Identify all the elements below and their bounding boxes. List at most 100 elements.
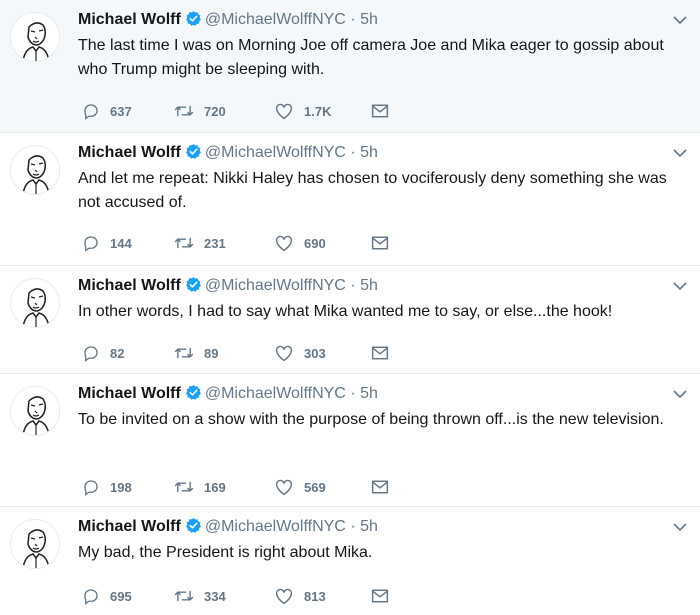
verified-badge-icon [185, 10, 202, 32]
tweet-header: Michael Wolff @MichaelWolffNYC · 5h [78, 10, 378, 32]
retweet-button[interactable]: 334 [174, 586, 226, 606]
reply-icon [84, 480, 98, 496]
verified-badge-icon [185, 143, 202, 165]
author-handle[interactable]: @MichaelWolffNYC [205, 277, 346, 294]
like-button[interactable]: 303 [274, 343, 326, 363]
separator: · [350, 277, 356, 294]
avatar[interactable] [10, 12, 60, 62]
retweet-icon [174, 105, 194, 117]
author-handle[interactable]: @MichaelWolffNYC [205, 11, 346, 28]
author-name[interactable]: Michael Wolff [78, 11, 181, 28]
author-name[interactable]: Michael Wolff [78, 518, 181, 535]
sketch-portrait-icon [22, 529, 50, 568]
heart-icon [275, 103, 293, 120]
retweet-button[interactable]: 89 [174, 343, 218, 363]
tweet-header: Michael Wolff @MichaelWolffNYC · 5h [78, 143, 378, 165]
envelope-icon [371, 346, 389, 360]
retweet-button[interactable]: 720 [174, 101, 226, 121]
timestamp[interactable]: 5h [360, 277, 378, 294]
chevron-down-icon[interactable] [672, 12, 688, 28]
separator: · [350, 144, 356, 161]
dm-button[interactable] [370, 477, 400, 497]
author-name[interactable]: Michael Wolff [78, 385, 181, 402]
retweet-button[interactable]: 231 [174, 233, 226, 253]
like-button[interactable]: 1.7K [274, 101, 331, 121]
avatar[interactable] [10, 145, 60, 195]
reply-icon [84, 589, 98, 605]
reply-button[interactable]: 82 [82, 343, 124, 363]
retweet-icon [174, 237, 194, 249]
timestamp[interactable]: 5h [360, 144, 378, 161]
reply-count: 198 [110, 479, 132, 495]
tweet-text: My bad, the President is right about Mik… [78, 544, 373, 561]
envelope-icon [371, 104, 389, 118]
reply-count: 82 [110, 345, 125, 361]
like-button[interactable]: 813 [274, 586, 326, 606]
retweet-button[interactable]: 169 [174, 477, 226, 497]
dm-button[interactable] [370, 233, 400, 253]
retweet-icon [174, 590, 194, 602]
separator: · [350, 518, 356, 535]
tweet-text: To be invited on a show with the purpose… [78, 411, 664, 428]
envelope-icon [371, 236, 389, 250]
separator: · [350, 11, 356, 28]
author-name[interactable]: Michael Wolff [78, 144, 181, 161]
chevron-down-icon[interactable] [672, 278, 688, 294]
timestamp[interactable]: 5h [360, 11, 378, 28]
sketch-portrait-icon [22, 155, 50, 194]
tweet[interactable]: Michael Wolff @MichaelWolffNYC · 5h And l… [0, 133, 700, 266]
dm-button[interactable] [370, 586, 400, 606]
tweet-header: Michael Wolff @MichaelWolffNYC · 5h [78, 517, 378, 539]
like-count: 813 [304, 588, 326, 604]
timestamp[interactable]: 5h [360, 518, 378, 535]
verified-badge-icon [185, 384, 202, 406]
author-handle[interactable]: @MichaelWolffNYC [205, 518, 346, 535]
author-handle[interactable]: @MichaelWolffNYC [205, 385, 346, 402]
dm-button[interactable] [370, 343, 400, 363]
reply-icon [84, 346, 98, 362]
sketch-portrait-icon [22, 288, 50, 327]
avatar[interactable] [10, 278, 60, 328]
author-handle[interactable]: @MichaelWolffNYC [205, 144, 346, 161]
retweet-count: 169 [204, 479, 226, 495]
reply-count: 144 [110, 235, 132, 251]
author-name[interactable]: Michael Wolff [78, 277, 181, 294]
separator: · [350, 385, 356, 402]
avatar[interactable] [10, 386, 60, 436]
verified-badge-icon [185, 517, 202, 539]
like-count: 569 [304, 479, 326, 495]
envelope-icon [371, 480, 389, 494]
avatar[interactable] [10, 519, 60, 569]
tweet[interactable]: Michael Wolff @MichaelWolffNYC · 5h The l… [0, 0, 700, 133]
envelope-icon [371, 589, 389, 603]
tweet-header: Michael Wolff @MichaelWolffNYC · 5h [78, 276, 378, 298]
chevron-down-icon[interactable] [672, 519, 688, 535]
verified-badge-icon [185, 276, 202, 298]
chevron-down-icon[interactable] [672, 386, 688, 402]
retweet-icon [174, 481, 194, 493]
reply-button[interactable]: 198 [82, 477, 132, 497]
heart-icon [275, 345, 293, 362]
tweet-text: The last time I was on Morning Joe off c… [78, 37, 664, 78]
reply-icon [84, 104, 98, 120]
reply-count: 637 [110, 103, 132, 119]
like-button[interactable]: 569 [274, 477, 326, 497]
tweet-text: And let me repeat: Nikki Haley has chose… [78, 170, 667, 211]
retweet-count: 334 [204, 588, 226, 604]
retweet-count: 231 [204, 235, 226, 251]
retweet-count: 89 [204, 345, 219, 361]
timestamp[interactable]: 5h [360, 385, 378, 402]
reply-button[interactable]: 695 [82, 586, 132, 606]
retweet-count: 720 [204, 103, 226, 119]
chevron-down-icon[interactable] [672, 145, 688, 161]
reply-icon [84, 236, 98, 252]
reply-button[interactable]: 144 [82, 233, 132, 253]
sketch-portrait-icon [22, 22, 50, 61]
tweet[interactable]: Michael Wolff @MichaelWolffNYC · 5h My ba… [0, 507, 700, 615]
reply-button[interactable]: 637 [82, 101, 132, 121]
dm-button[interactable] [370, 101, 400, 121]
like-button[interactable]: 690 [274, 233, 326, 253]
tweet[interactable]: Michael Wolff @MichaelWolffNYC · 5h To be… [0, 374, 700, 507]
like-count: 1.7K [304, 103, 332, 119]
tweet[interactable]: Michael Wolff @MichaelWolffNYC · 5h In ot… [0, 266, 700, 374]
